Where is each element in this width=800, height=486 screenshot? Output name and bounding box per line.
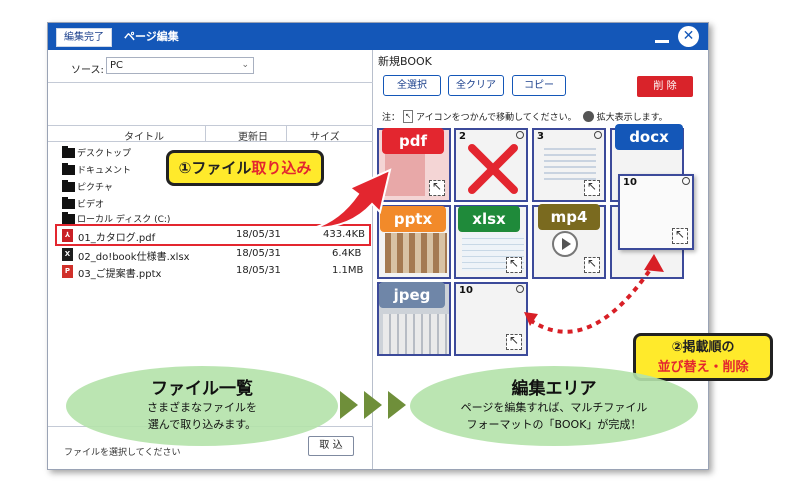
copy-button[interactable]: コピー [512, 75, 566, 96]
color-swatches [385, 233, 447, 273]
mp4-tag: mp4 [538, 204, 600, 230]
zoom-icon [582, 111, 594, 122]
import-callout: ①ファイル取り込み [166, 150, 324, 186]
divider [48, 125, 373, 126]
move-handle-icon[interactable] [429, 179, 445, 196]
instruction-note: 注： ↖ アイコンをつかんで移動してください。 拡大表示します。 [382, 110, 668, 123]
photo-preview [383, 314, 449, 354]
column-header-date[interactable]: 更新日 [238, 128, 268, 143]
move-handle-icon[interactable] [584, 179, 600, 196]
chevron-right-icon [364, 391, 382, 419]
file-list-ellipse: ファイル一覧 さまざまなファイルを 選んで取り込みます。 [66, 366, 338, 446]
zoom-icon[interactable] [682, 177, 690, 185]
docx-tag: docx [615, 124, 683, 150]
chevron-down-icon: ⌄ [241, 60, 249, 70]
import-button[interactable]: 取 込 [308, 436, 354, 456]
pdf-tag: pdf [382, 128, 444, 154]
cursor-icon: ↖ [403, 110, 414, 123]
clear-all-button[interactable]: 全クリア [448, 75, 504, 96]
edit-done-button[interactable]: 編集完了 [56, 28, 112, 47]
column-divider [205, 126, 206, 142]
folder-icon [62, 145, 75, 158]
edit-area-ellipse: 編集エリア ページを編集すれば、マルチファイル フォーマットの「BOOK」が完成… [410, 366, 698, 446]
titlebar: 編集完了 ページ編集 ✕ [48, 23, 708, 50]
folder-icon [62, 162, 75, 175]
folder-videos[interactable]: ビデオ [62, 196, 104, 210]
page-thumbnail[interactable]: 3 [532, 128, 606, 202]
column-header-title[interactable]: タイトル [124, 128, 164, 143]
folder-icon [62, 179, 75, 192]
folder-desktop[interactable]: デスクトップ [62, 145, 131, 159]
select-all-button[interactable]: 全選択 [383, 75, 441, 96]
zoom-icon[interactable] [594, 131, 602, 139]
move-handle-icon[interactable] [672, 227, 688, 244]
zoom-icon[interactable] [516, 131, 524, 139]
folder-documents[interactable]: ドキュメント [62, 162, 131, 176]
column-header-size[interactable]: サイズ [310, 128, 340, 143]
powerpoint-file-icon: P [62, 265, 73, 278]
source-select[interactable]: PC ⌄ [106, 57, 254, 74]
window-title: ページ編集 [124, 30, 179, 43]
file-row[interactable]: P 03_ご提案書.pptx 18/05/31 1.1MB [60, 264, 372, 280]
delete-button[interactable]: 削 除 [637, 76, 693, 97]
xlsx-tag: xlsx [458, 206, 520, 232]
close-icon[interactable]: ✕ [678, 26, 699, 47]
status-text: ファイルを選択してください [64, 448, 181, 458]
divider [48, 82, 373, 83]
file-row[interactable]: X 02_do!book仕様書.xlsx 18/05/31 6.4KB [60, 247, 372, 263]
folder-icon [62, 211, 75, 224]
page-thumbnail[interactable]: 10 [454, 282, 528, 356]
column-divider [286, 126, 287, 142]
folder-pictures[interactable]: ピクチャ [62, 179, 113, 193]
dragging-thumbnail[interactable]: 10 [618, 174, 694, 250]
chevron-right-icon [388, 391, 406, 419]
page-thumbnail[interactable]: 2 [454, 128, 528, 202]
source-value: PC [110, 60, 124, 71]
book-title: 新規BOOK [378, 55, 432, 68]
delete-x-icon [468, 144, 518, 194]
document-preview [544, 144, 596, 184]
chevron-right-icon [340, 391, 358, 419]
source-label: ソース: [71, 65, 104, 76]
minimize-icon[interactable] [652, 27, 672, 45]
jpeg-tag: jpeg [379, 282, 445, 308]
folder-icon [62, 196, 75, 209]
excel-file-icon: X [62, 248, 73, 261]
